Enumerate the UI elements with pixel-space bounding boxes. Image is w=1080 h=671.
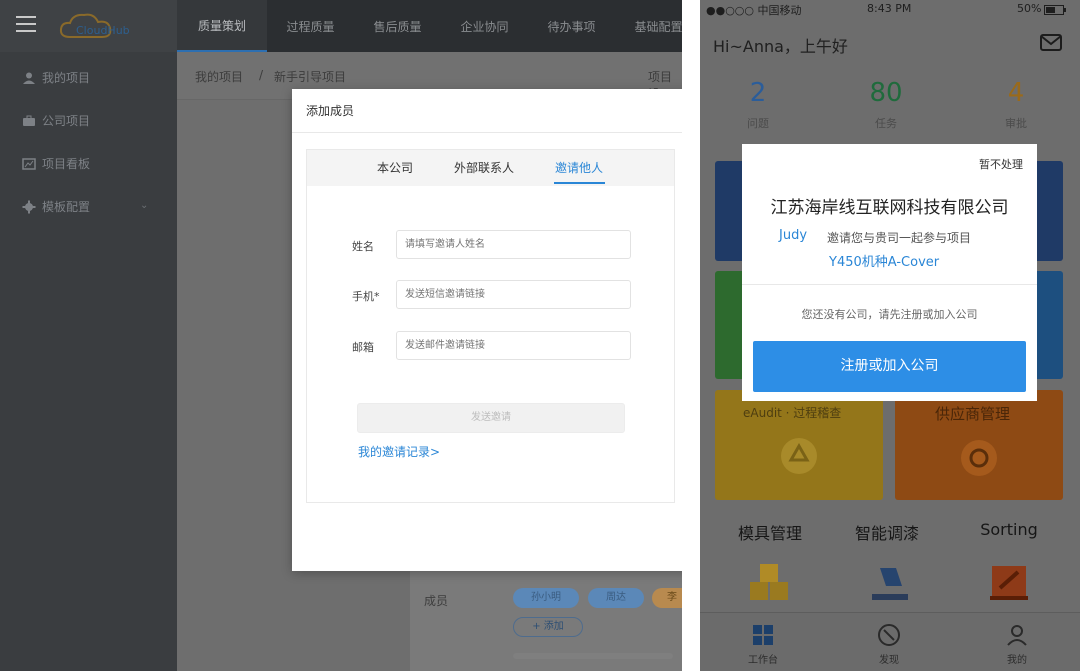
phone-label: 手机*: [352, 290, 380, 303]
recycle-icon: [781, 438, 817, 474]
modal-tabs: 本公司 外部联系人 邀请他人: [307, 150, 674, 186]
tab-discover-label: 发现: [879, 655, 899, 666]
sidebar-item-template-config[interactable]: 模板配置 ⌄: [0, 185, 177, 228]
section-mold-management[interactable]: 模具管理: [715, 520, 825, 544]
web-app-screen: CloudHub 我的项目 公司项目 项目看板 模板配置 ⌄ 质量策划 过程质量…: [0, 0, 682, 671]
status-time: 8:43 PM: [867, 2, 912, 15]
footer-text-placeholder: [513, 653, 673, 659]
top-nav: 质量策划 过程质量 售后质量 企业协同 待办事项 基础配置: [177, 0, 682, 52]
company-name: 江苏海岸线互联网科技有限公司: [770, 198, 1009, 218]
divider: [742, 284, 1037, 285]
active-tab-indicator: [554, 182, 605, 184]
sidebar-item-company-projects[interactable]: 公司项目: [0, 99, 177, 142]
tab-own-company[interactable]: 本公司: [377, 150, 413, 186]
phone-field[interactable]: [396, 280, 631, 309]
tab-discover[interactable]: 发现: [859, 623, 919, 666]
send-invite-button[interactable]: 发送邀请: [357, 403, 625, 433]
breadcrumb-my-projects[interactable]: 我的项目: [195, 68, 243, 85]
battery-status: 50%: [1017, 2, 1042, 15]
tab-after-sales[interactable]: 售后质量: [354, 0, 441, 52]
logo-text: CloudHub: [76, 24, 130, 37]
tab-quality-planning[interactable]: 质量策划: [177, 0, 267, 52]
chart-icon: [22, 157, 36, 170]
stat-approvals-count[interactable]: 4: [986, 78, 1046, 108]
member-pill[interactable]: 李: [652, 588, 682, 608]
compass-icon: [878, 624, 900, 646]
email-label: 邮箱: [352, 341, 374, 354]
stat-issues-count[interactable]: 2: [728, 78, 788, 108]
name-label: 姓名: [352, 240, 374, 253]
join-hint: 您还没有公司，请先注册或加入公司: [801, 308, 978, 321]
tab-workbench-label: 工作台: [748, 655, 778, 666]
member-pill[interactable]: 孙小明: [513, 588, 579, 608]
tab-todo[interactable]: 待办事项: [528, 0, 615, 52]
stat-approvals-label: 审批: [1005, 117, 1027, 130]
wrench-icon[interactable]: [986, 560, 1034, 604]
tile-supplier-label: 供应商管理: [935, 405, 1011, 423]
tab-me-label: 我的: [1007, 655, 1027, 666]
tab-workbench[interactable]: 工作台: [733, 623, 793, 666]
breadcrumb-separator: /: [259, 68, 264, 82]
add-member-button[interactable]: + 添加: [513, 617, 583, 637]
tab-base-config[interactable]: 基础配置: [615, 0, 682, 52]
invite-message: 邀请您与贵司一起参与项目: [827, 231, 972, 245]
divider: [682, 0, 700, 671]
tile-eaudit-label: eAudit · 过程稽查: [743, 406, 842, 420]
add-member-modal: 添加成员 本公司 外部联系人 邀请他人 姓名 手机* 邮箱 发送邀请 我的邀请记…: [292, 89, 682, 571]
sidebar-item-label: 公司项目: [42, 114, 91, 128]
stat-tasks-count[interactable]: 80: [856, 78, 916, 108]
battery-icon: [1044, 5, 1066, 15]
invite-history-link[interactable]: 我的邀请记录>: [358, 443, 440, 460]
section-sorting[interactable]: Sorting: [954, 520, 1064, 539]
sidebar-item-my-projects[interactable]: 我的项目: [0, 56, 177, 99]
project-name: Y450机种A-Cover: [829, 255, 940, 270]
user-icon: [23, 72, 35, 84]
sidebar-item-label: 项目看板: [42, 157, 91, 171]
member-pill[interactable]: 周达: [588, 588, 644, 608]
tab-external-contacts[interactable]: 外部联系人: [454, 150, 514, 186]
tab-me[interactable]: 我的: [987, 623, 1047, 666]
cloud-logo: CloudHub: [59, 13, 130, 38]
greeting: Hi~Anna，上午好: [713, 37, 848, 56]
briefcase-icon: [23, 115, 35, 126]
tile-supplier[interactable]: 供应商管理: [895, 390, 1063, 500]
tile-eaudit[interactable]: eAudit · 过程稽查: [715, 390, 883, 500]
refresh-icon: [961, 440, 997, 476]
sidebar-item-label: 我的项目: [42, 71, 91, 85]
ignore-button[interactable]: 暂不处理: [979, 156, 1023, 172]
sidebar-item-project-board[interactable]: 项目看板: [0, 142, 177, 185]
mail-icon[interactable]: [1040, 34, 1062, 51]
sidebar-menu: 我的项目 公司项目 项目看板 模板配置 ⌄: [0, 56, 177, 228]
members-label: 成员: [424, 594, 449, 608]
person-icon: [1007, 625, 1027, 646]
tab-collaboration[interactable]: 企业协同: [441, 0, 528, 52]
stat-issues-label: 问题: [747, 117, 769, 130]
stat-tasks-label: 任务: [875, 117, 897, 130]
modal-body: 本公司 外部联系人 邀请他人 姓名 手机* 邮箱 发送邀请 我的邀请记录>: [306, 149, 675, 503]
gear-icon: [22, 200, 36, 213]
email-field[interactable]: [396, 331, 631, 360]
grid-icon: [753, 625, 773, 645]
hamburger-icon[interactable]: [16, 16, 36, 32]
name-field[interactable]: [396, 230, 631, 259]
modal-title: 添加成员: [306, 104, 355, 118]
inviter-name: Judy: [779, 228, 808, 243]
section-smart-paint[interactable]: 智能调漆: [832, 520, 942, 544]
logo-bar: CloudHub: [0, 0, 177, 52]
breadcrumb-current: 新手引导项目: [274, 70, 347, 84]
sidebar-item-label: 模板配置: [42, 200, 91, 214]
invite-card: 暂不处理 江苏海岸线互联网科技有限公司 Judy 邀请您与贵司一起参与项目 Y4…: [742, 144, 1037, 401]
tab-invite-others[interactable]: 邀请他人: [555, 150, 603, 186]
paint-icon[interactable]: [866, 560, 914, 604]
boxes-icon[interactable]: [746, 560, 794, 604]
tab-process-quality[interactable]: 过程质量: [267, 0, 354, 52]
bottom-tab-bar: 工作台 发现 我的: [700, 612, 1080, 671]
modal-header: 添加成员: [292, 89, 682, 133]
sidebar: CloudHub 我的项目 公司项目 项目看板 模板配置 ⌄: [0, 0, 177, 671]
carrier-status: ●●○○○ 中国移动: [706, 4, 802, 17]
chevron-down-icon: ⌄: [140, 200, 149, 211]
register-join-button[interactable]: 注册或加入公司: [753, 341, 1026, 392]
